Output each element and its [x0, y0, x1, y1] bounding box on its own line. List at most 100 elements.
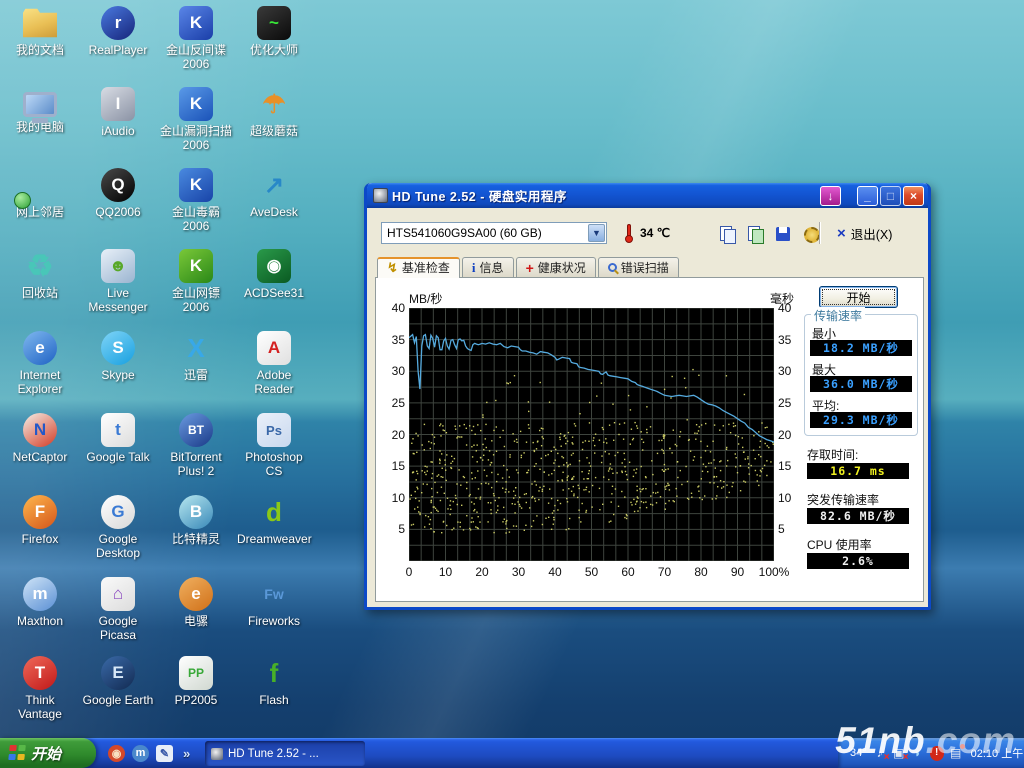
y-tick-left: 40	[379, 301, 405, 315]
desktop-icon-my-computer[interactable]: 我的电脑	[3, 87, 77, 134]
desktop-icon-bitspirit[interactable]: B比特精灵	[159, 495, 233, 546]
desktop-icon-netcaptor[interactable]: NNetCaptor	[3, 413, 77, 464]
desktop-icon-youhua-dashi[interactable]: ~优化大师	[237, 6, 311, 57]
tab-info[interactable]: i信息	[462, 257, 514, 278]
desktop-icon-photoshop-cs[interactable]: PsPhotoshop CS	[237, 413, 311, 478]
update-tray-icon[interactable]: ▤	[949, 746, 963, 761]
options-button[interactable]	[799, 222, 821, 244]
desktop-icon-kingsoft-antispy[interactable]: K金山反间谍 2006	[159, 6, 233, 71]
super-mushroom-icon: ☂	[257, 87, 291, 121]
window-titlebar[interactable]: HD Tune 2.52 - 硬盘实用程序 ↓_□×	[367, 183, 928, 208]
desktop-icon-skype[interactable]: SSkype	[81, 331, 155, 382]
desktop-icon-label: RealPlayer	[81, 43, 155, 57]
desktop-icon-network-places[interactable]: 网上邻居	[3, 168, 77, 219]
google-picasa-icon: ⌂	[101, 577, 135, 611]
maximize-button[interactable]: □	[880, 186, 901, 206]
desktop-icon-google-talk[interactable]: tGoogle Talk	[81, 413, 155, 464]
desktop-icon-fireworks[interactable]: FwFireworks	[237, 577, 311, 628]
y-tick-right: 5	[778, 522, 804, 536]
max-transfer-rate-value: 36.0 MB/秒	[810, 376, 912, 392]
y-tick-right: 30	[778, 364, 804, 378]
network-disconnected-icon[interactable]: ▣×	[892, 746, 906, 761]
desktop-icon-recycle-bin[interactable]: ♻回收站	[3, 249, 77, 300]
start-menu-button[interactable]: 开始	[0, 738, 96, 768]
x-tick: 20	[475, 565, 488, 579]
ime-icon[interactable]: ◗	[911, 746, 925, 761]
close-button[interactable]: ×	[903, 186, 924, 206]
emule-icon: e	[179, 577, 213, 611]
desktop-icon-google-picasa[interactable]: ⌂Google Picasa	[81, 577, 155, 642]
desktop-icon-maxthon[interactable]: mMaxthon	[3, 577, 77, 628]
desktop-icon-my-documents[interactable]: 我的文档	[3, 6, 77, 57]
desktop-icon-label: Flash	[237, 693, 311, 707]
desktop-icon-adobe-reader[interactable]: AAdobe Reader	[237, 331, 311, 396]
chart-plot-area	[409, 308, 774, 561]
chevron-down-icon[interactable]: ▼	[588, 224, 605, 242]
volume-muted-icon[interactable]: ♪×	[873, 746, 887, 761]
desktop-icon-kingsoft-scan[interactable]: K金山漏洞扫描 2006	[159, 87, 233, 152]
youhua-dashi-icon: ~	[257, 6, 291, 40]
desktop-icon-label: 比特精灵	[159, 532, 233, 546]
drive-select-value: HTS541060G9SA00 (60 GB)	[387, 226, 542, 240]
desktop-icon-firefox[interactable]: FFirefox	[3, 495, 77, 546]
desktop-icon-label: Google Earth	[81, 693, 155, 707]
tab-label: 错误扫描	[621, 259, 669, 276]
tab-scan[interactable]: 错误扫描	[598, 257, 679, 278]
desktop-icon-label: 金山毒霸 2006	[159, 205, 233, 233]
quicklaunch-overflow-chevron[interactable]: »	[183, 746, 190, 761]
copy-image-button[interactable]	[743, 222, 765, 244]
desktop-icon-bittorrent-plus[interactable]: BTBitTorrent Plus! 2	[159, 413, 233, 478]
desktop-icon-label: Google Desktop	[81, 532, 155, 560]
desktop-icon-internet-explorer[interactable]: eInternet Explorer	[3, 331, 77, 396]
desktop-icon-live-messenger[interactable]: ☻Live Messenger	[81, 249, 155, 314]
copy-text-button[interactable]	[715, 222, 737, 244]
show-desktop-icon[interactable]: ✎	[156, 745, 173, 762]
my-documents-icon	[23, 6, 57, 40]
desktop-icon-think-vantage[interactable]: TThink Vantage	[3, 656, 77, 721]
benchmark-chart: MB/秒 毫秒 40403535303025252020151510105501…	[376, 278, 796, 601]
exit-button[interactable]: × 退出(X)	[833, 223, 896, 244]
security-alert-icon[interactable]: !	[930, 746, 944, 761]
x-tick: 30	[512, 565, 525, 579]
tab-health[interactable]: +健康状况	[516, 257, 596, 278]
cpu-usage-value: 2.6%	[807, 553, 909, 569]
desktop-icon-google-earth[interactable]: EGoogle Earth	[81, 656, 155, 707]
desktop-icon-emule[interactable]: e 电骡	[159, 577, 233, 628]
desktop-icon-iaudio[interactable]: IiAudio	[81, 87, 155, 138]
start-benchmark-button[interactable]: 开始	[819, 286, 898, 308]
desktop-icon-avedesk[interactable]: ↗AveDesk	[237, 168, 311, 219]
tray-clock[interactable]: 02:10 上午	[971, 745, 1024, 761]
save-screenshot-button[interactable]	[771, 222, 793, 244]
qq2006-icon: Q	[101, 168, 135, 202]
desktop-icon-realplayer[interactable]: rRealPlayer	[81, 6, 155, 57]
x-tick: 100%	[759, 565, 790, 579]
desktop-icon-label: 电骡	[159, 614, 233, 628]
desktop-icon-dreamweaver[interactable]: dDreamweaver	[237, 495, 311, 546]
drive-select-dropdown[interactable]: HTS541060G9SA00 (60 GB) ▼	[381, 222, 607, 244]
acdsee31-icon: ◉	[257, 249, 291, 283]
browser-quicklaunch-icon[interactable]: ◉	[108, 745, 125, 762]
desktop-icon-flash[interactable]: fFlash	[237, 656, 311, 707]
burst-rate-label: 突发传输速率	[807, 491, 879, 508]
x-tick: 40	[548, 565, 561, 579]
desktop-icon-label: 金山漏洞扫描 2006	[159, 124, 233, 152]
toolbar-buttons	[715, 222, 821, 244]
desktop-icon-kingsoft-duba[interactable]: K金山毒霸 2006	[159, 168, 233, 233]
minimize-button[interactable]: _	[857, 186, 878, 206]
desktop-icon-google-desktop[interactable]: GGoogle Desktop	[81, 495, 155, 560]
desktop-icon-qq2006[interactable]: QQQ2006	[81, 168, 155, 219]
desktop-icon-acdsee31[interactable]: ◉ACDSee31	[237, 249, 311, 300]
start-button-label: 开始	[31, 743, 61, 764]
cpu-usage-label: CPU 使用率	[807, 536, 872, 553]
fireworks-icon: Fw	[257, 577, 291, 611]
tab-bulb[interactable]: ↯基准检查	[377, 257, 460, 278]
desktop-icon-xunlei[interactable]: X迅雷	[159, 331, 233, 382]
maxthon-icon: m	[23, 577, 57, 611]
desktop-icon-pp2005[interactable]: PPPP2005	[159, 656, 233, 707]
update-button[interactable]: ↓	[820, 186, 841, 206]
think-vantage-icon: T	[23, 656, 57, 690]
desktop-icon-kingsoft-netguard[interactable]: K金山网镖 2006	[159, 249, 233, 314]
desktop-icon-super-mushroom[interactable]: ☂超级蘑菇	[237, 87, 311, 138]
taskbar-task-button[interactable]: HD Tune 2.52 - ...	[205, 741, 365, 766]
maxthon-quicklaunch-icon[interactable]: m	[132, 745, 149, 762]
